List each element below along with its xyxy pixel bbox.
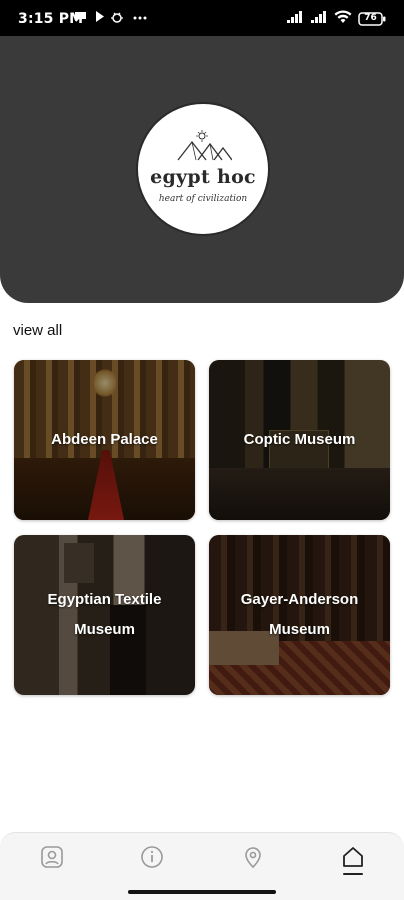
- status-bar: 3:15 PM 76: [0, 0, 404, 36]
- profile-icon[interactable]: [40, 845, 64, 869]
- battery-level: 76: [364, 13, 377, 23]
- logo-title: egypt hoc: [150, 166, 256, 188]
- place-card-abdeen-palace[interactable]: Abdeen Palace: [14, 360, 195, 520]
- play-icon: [95, 10, 105, 27]
- location-icon[interactable]: [241, 845, 265, 869]
- signal-icon: [286, 10, 304, 28]
- header-banner: egypt hoc heart of civilization: [0, 36, 404, 303]
- pyramids-sun-icon: [176, 130, 233, 167]
- place-card-coptic-museum[interactable]: Coptic Museum: [209, 360, 390, 520]
- signal-icon: [310, 10, 328, 28]
- view-all-link[interactable]: view all: [13, 322, 62, 339]
- info-icon[interactable]: [140, 845, 164, 869]
- wifi-icon: [334, 10, 352, 28]
- app-logo: egypt hoc heart of civilization: [136, 102, 270, 236]
- bug-icon: [110, 10, 124, 28]
- place-card-title: Egyptian Textile Museum: [47, 591, 162, 638]
- home-icon[interactable]: [341, 845, 365, 869]
- battery-icon: 76: [358, 12, 386, 26]
- place-card-title: Abdeen Palace: [51, 431, 158, 448]
- place-card-title: Coptic Museum: [243, 431, 356, 448]
- more-dots-icon: [133, 10, 147, 28]
- chat-bubble-icon: [74, 10, 87, 27]
- active-tab-indicator: [343, 873, 363, 875]
- place-card-gayer-anderson-museum[interactable]: Gayer-Anderson Museum: [209, 535, 390, 695]
- place-card-title: Gayer-Anderson Museum: [240, 591, 359, 638]
- gesture-bar[interactable]: [128, 890, 276, 894]
- place-card-egyptian-textile-museum[interactable]: Egyptian Textile Museum: [14, 535, 195, 695]
- logo-subtitle: heart of civilization: [158, 194, 248, 204]
